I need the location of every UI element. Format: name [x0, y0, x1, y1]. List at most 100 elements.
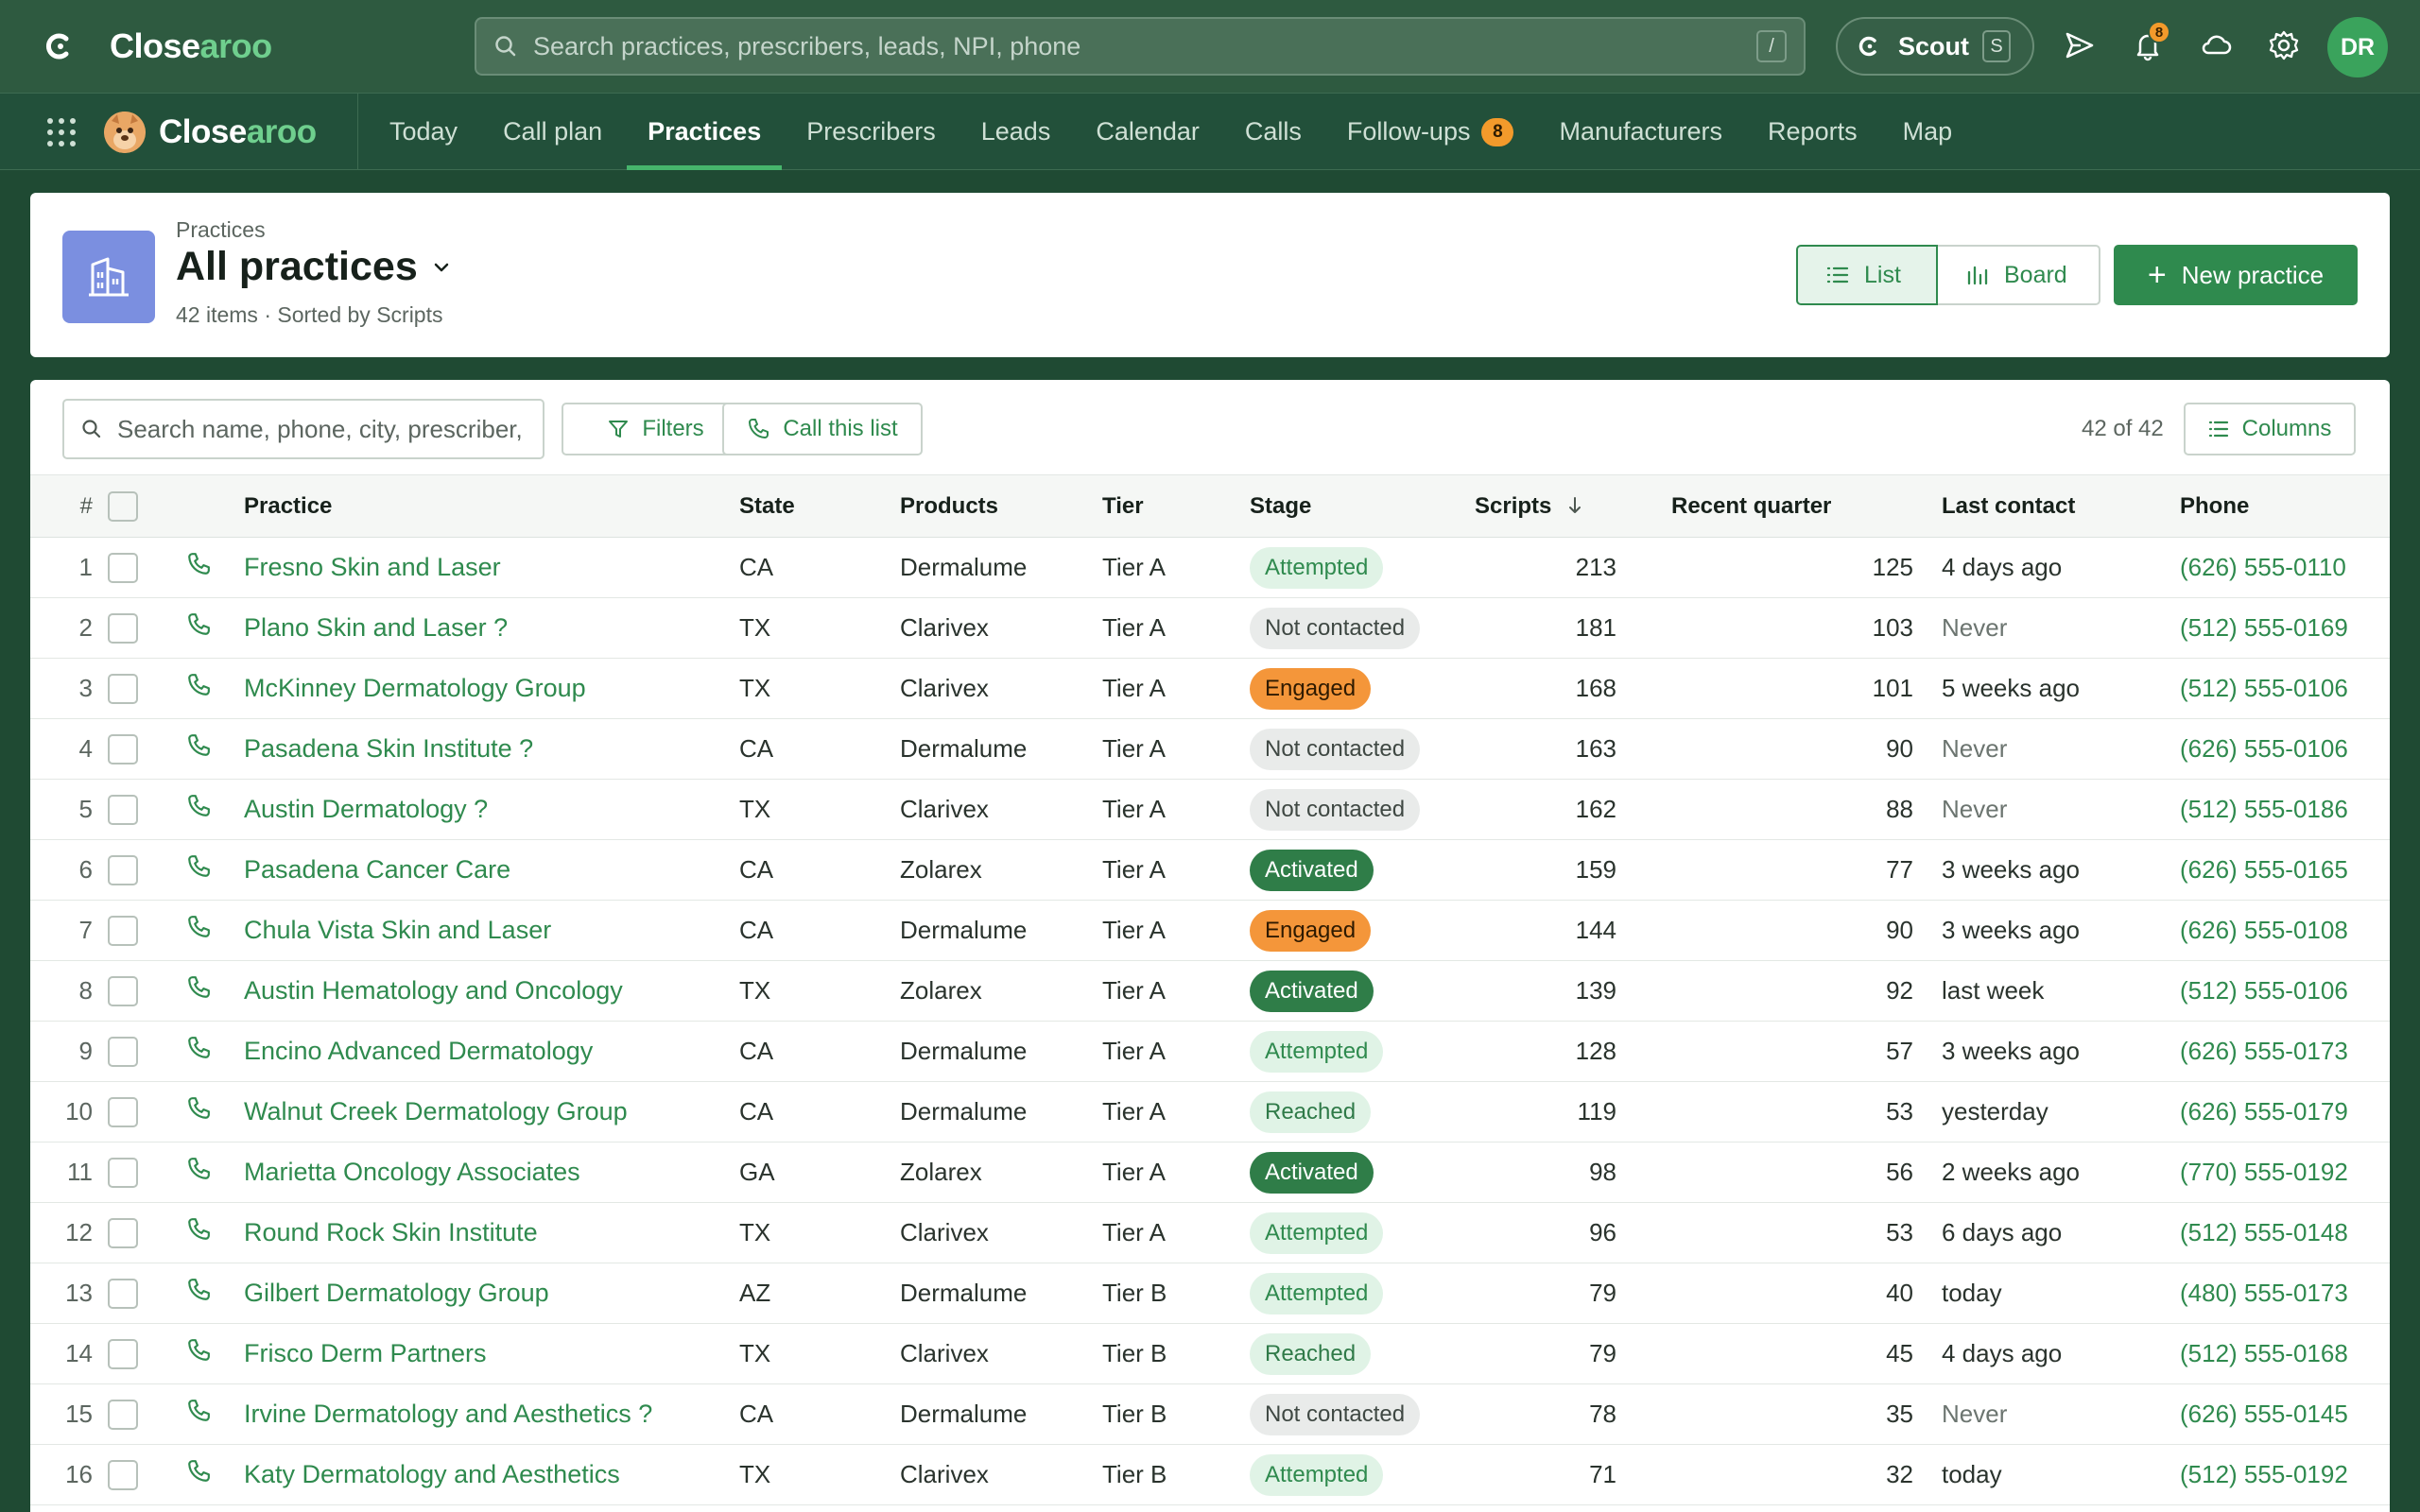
- row-checkbox[interactable]: [108, 1158, 138, 1189]
- row-checkbox[interactable]: [108, 1400, 138, 1431]
- practice-name-link[interactable]: Round Rock Skin Institute: [244, 1218, 538, 1246]
- table-row[interactable]: 5 Austin Dermatology ? TX Clarivex Tier A Not…: [30, 780, 2390, 840]
- table-row[interactable]: 12 Round Rock Skin Institute TX Clarivex Tie…: [30, 1203, 2390, 1263]
- col-header-tier[interactable]: Tier: [1102, 475, 1250, 538]
- row-call-button[interactable]: [153, 659, 244, 719]
- row-call-button[interactable]: [153, 1203, 244, 1263]
- sync-button[interactable]: [2197, 26, 2235, 64]
- row-checkbox[interactable]: [108, 1097, 138, 1128]
- table-row[interactable]: 4 Pasadena Skin Institute ? CA Dermalume Tie…: [30, 719, 2390, 780]
- practice-name-link[interactable]: Fresno Skin and Laser: [244, 553, 501, 581]
- phone-link[interactable]: (512) 555-0106: [2180, 674, 2348, 702]
- table-row[interactable]: 14 Frisco Derm Partners TX Clarivex Tier B Re…: [30, 1324, 2390, 1384]
- row-checkbox[interactable]: [108, 916, 138, 947]
- row-call-button[interactable]: [153, 1022, 244, 1082]
- practice-name-link[interactable]: Austin Dermatology ?: [244, 795, 488, 823]
- user-avatar[interactable]: DR: [2327, 17, 2388, 77]
- stage-badge[interactable]: Not contacted: [1250, 788, 1421, 831]
- row-call-button[interactable]: [153, 1082, 244, 1143]
- row-checkbox[interactable]: [108, 1339, 138, 1370]
- row-checkbox[interactable]: [108, 734, 138, 765]
- nav-item-map[interactable]: Map: [1880, 94, 1976, 170]
- row-call-button[interactable]: [153, 901, 244, 961]
- table-row[interactable]: 8 Austin Hematology and Oncology TX Zolarex…: [30, 961, 2390, 1022]
- nav-item-today[interactable]: Today: [367, 94, 480, 170]
- phone-link[interactable]: (626) 555-0110: [2180, 553, 2346, 581]
- nav-item-reports[interactable]: Reports: [1745, 94, 1880, 170]
- phone-link[interactable]: (512) 555-0192: [2180, 1460, 2348, 1488]
- stage-badge[interactable]: Reached: [1250, 1332, 1372, 1375]
- stage-badge[interactable]: Engaged: [1250, 667, 1372, 710]
- send-button[interactable]: [2061, 26, 2099, 64]
- col-header-state[interactable]: State: [739, 475, 900, 538]
- settings-button[interactable]: [2265, 26, 2303, 64]
- col-header-phone[interactable]: Phone: [2180, 475, 2390, 538]
- nav-brand[interactable]: Closearoo: [104, 111, 317, 154]
- row-call-button[interactable]: [153, 840, 244, 901]
- table-row[interactable]: 7 Chula Vista Skin and Laser CA Dermalume Ti…: [30, 901, 2390, 961]
- table-row[interactable]: 10 Walnut Creek Dermatology Group CA Dermal…: [30, 1082, 2390, 1143]
- col-header-last-contact[interactable]: Last contact: [1942, 475, 2180, 538]
- practice-name-link[interactable]: Irvine Dermatology and Aesthetics ?: [244, 1400, 652, 1428]
- stage-badge[interactable]: Attempted: [1250, 1453, 1384, 1496]
- call-this-list-button[interactable]: Call this list: [722, 403, 923, 455]
- row-checkbox[interactable]: [108, 613, 138, 644]
- list-search[interactable]: [62, 399, 544, 459]
- stage-badge[interactable]: Attempted: [1250, 1211, 1384, 1254]
- stage-badge[interactable]: Activated: [1250, 970, 1374, 1012]
- phone-link[interactable]: (770) 555-0192: [2180, 1158, 2348, 1186]
- new-practice-button[interactable]: + New practice: [2114, 245, 2358, 305]
- phone-link[interactable]: (626) 555-0165: [2180, 855, 2348, 884]
- practice-name-link[interactable]: McKinney Dermatology Group: [244, 674, 586, 702]
- table-row[interactable]: 1 Fresno Skin and Laser CA Dermalume Tier A A…: [30, 538, 2390, 598]
- table-row[interactable]: 2 Plano Skin and Laser ? TX Clarivex Tier A N…: [30, 598, 2390, 659]
- practice-name-link[interactable]: Walnut Creek Dermatology Group: [244, 1097, 628, 1125]
- stage-badge[interactable]: Attempted: [1250, 546, 1384, 589]
- stage-badge[interactable]: Activated: [1250, 1151, 1374, 1194]
- row-call-button[interactable]: [153, 1263, 244, 1324]
- table-row[interactable]: 6 Pasadena Cancer Care CA Zolarex Tier A Acti…: [30, 840, 2390, 901]
- col-header-practice[interactable]: Practice: [244, 475, 739, 538]
- practice-name-link[interactable]: Austin Hematology and Oncology: [244, 976, 623, 1005]
- phone-link[interactable]: (512) 555-0106: [2180, 976, 2348, 1005]
- list-search-input[interactable]: [117, 414, 524, 444]
- row-checkbox[interactable]: [108, 795, 138, 826]
- table-row[interactable]: 3 McKinney Dermatology Group TX Clarivex Tie…: [30, 659, 2390, 719]
- phone-link[interactable]: (480) 555-0173: [2180, 1279, 2348, 1307]
- phone-link[interactable]: (512) 555-0148: [2180, 1218, 2348, 1246]
- nav-item-calls[interactable]: Calls: [1222, 94, 1324, 170]
- breadcrumb[interactable]: Practices: [176, 217, 266, 243]
- row-call-button[interactable]: [153, 1143, 244, 1203]
- brand-logo[interactable]: Closearoo: [43, 25, 272, 68]
- col-header-products[interactable]: Products: [900, 475, 1102, 538]
- nav-item-prescribers[interactable]: Prescribers: [784, 94, 959, 170]
- global-search-input[interactable]: [533, 31, 1756, 61]
- row-call-button[interactable]: [153, 961, 244, 1022]
- practice-name-link[interactable]: Encino Advanced Dermatology: [244, 1037, 593, 1065]
- col-header-stage[interactable]: Stage: [1250, 475, 1475, 538]
- notifications-button[interactable]: 8: [2129, 21, 2170, 64]
- row-checkbox[interactable]: [108, 1460, 138, 1491]
- practice-name-link[interactable]: Frisco Derm Partners: [244, 1339, 487, 1367]
- phone-link[interactable]: (512) 555-0186: [2180, 795, 2348, 823]
- list-view-button[interactable]: List: [1796, 245, 1938, 305]
- page-title[interactable]: All practices: [176, 244, 452, 290]
- stage-badge[interactable]: Not contacted: [1250, 1393, 1421, 1435]
- practice-name-link[interactable]: Pasadena Cancer Care: [244, 855, 510, 884]
- practice-name-link[interactable]: Gilbert Dermatology Group: [244, 1279, 549, 1307]
- practice-name-link[interactable]: Pasadena Skin Institute ?: [244, 734, 533, 763]
- phone-link[interactable]: (512) 555-0168: [2180, 1339, 2348, 1367]
- table-row[interactable]: 16 Katy Dermatology and Aesthetics TX Clari…: [30, 1445, 2390, 1505]
- row-call-button[interactable]: [153, 780, 244, 840]
- table-row[interactable]: 9 Encino Advanced Dermatology CA Dermalume T…: [30, 1022, 2390, 1082]
- stage-badge[interactable]: Not contacted: [1250, 728, 1421, 770]
- row-call-button[interactable]: [153, 1445, 244, 1505]
- phone-link[interactable]: (626) 555-0106: [2180, 734, 2348, 763]
- practice-name-link[interactable]: Plano Skin and Laser ?: [244, 613, 508, 642]
- nav-item-leads[interactable]: Leads: [959, 94, 1074, 170]
- phone-link[interactable]: (512) 555-0169: [2180, 613, 2348, 642]
- phone-link[interactable]: (626) 555-0179: [2180, 1097, 2348, 1125]
- select-all-checkbox[interactable]: [108, 490, 138, 522]
- phone-link[interactable]: (626) 555-0173: [2180, 1037, 2348, 1065]
- app-grid-icon[interactable]: [45, 116, 78, 148]
